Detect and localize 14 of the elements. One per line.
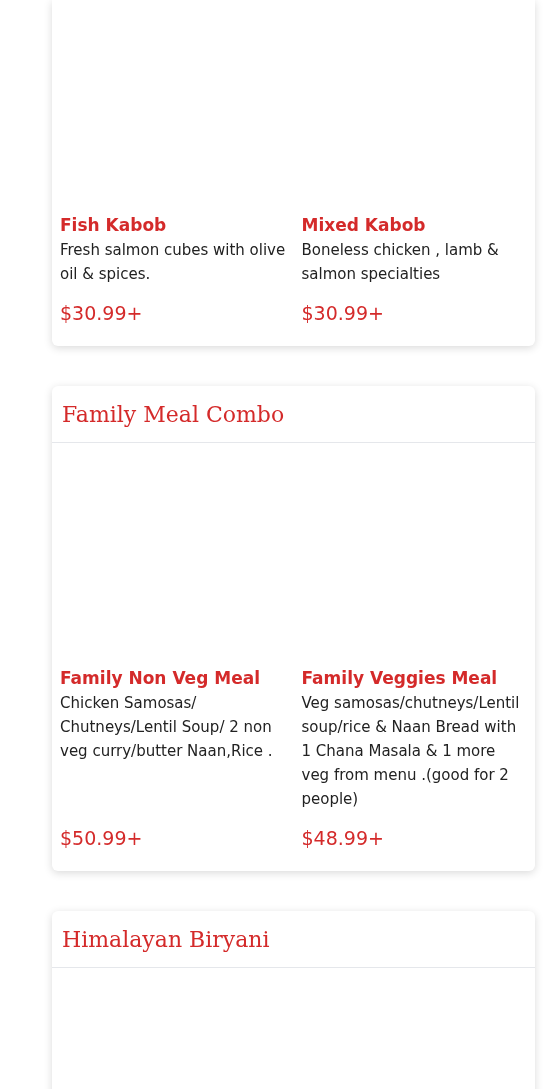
item-description: Fresh salmon cubes with olive oil & spices. <box>60 240 286 285</box>
item-description: Veg samosas/chutneys/Lentil soup/rice & Naan Bread with 1 Chana Masala & 1 more veg from menu .(good for 2 people) <box>301 693 521 810</box>
section-title: Family Meal Combo <box>62 400 285 429</box>
item-name[interactable]: Family Non Veg Meal <box>60 665 286 691</box>
item-name[interactable]: Fish Kabob <box>60 212 286 238</box>
item-description: Boneless chicken , lamb & salmon specialties <box>301 240 500 285</box>
item-name[interactable]: Mixed Kabob <box>301 212 527 238</box>
item-price: $30.99+ <box>60 301 144 326</box>
item-price: $50.99+ <box>60 826 144 851</box>
item-name[interactable]: Family Veggies Meal <box>301 665 527 691</box>
item-description: Chicken Samosas/ Chutneys/Lentil Soup/ 2 non veg curry/butter Naan,Rice . <box>60 693 274 762</box>
item-price: $30.99+ <box>301 301 385 326</box>
section-title: Himalayan Biryani <box>62 925 270 954</box>
item-price: $48.99+ <box>301 826 385 851</box>
